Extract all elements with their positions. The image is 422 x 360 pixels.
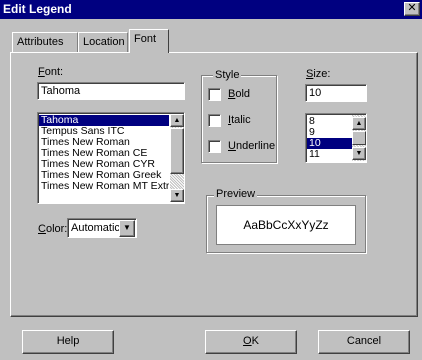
color-label: Color:: [38, 223, 67, 235]
preview-sample-text: AaBbCcXxYyZz: [243, 218, 329, 232]
color-dropdown-button[interactable]: ▼: [119, 220, 135, 237]
size-list-items: 8 9 10 11: [307, 116, 352, 160]
color-label-accel: C: [38, 223, 46, 235]
scroll-thumb[interactable]: [170, 128, 184, 174]
window-title: Edit Legend: [3, 2, 72, 16]
bold-label: Bold: [228, 88, 250, 100]
size-label: Size:: [306, 68, 330, 80]
scroll-up-button[interactable]: ▲: [170, 114, 184, 127]
font-field[interactable]: Tahoma: [37, 82, 185, 100]
size-field-value: 10: [309, 87, 322, 99]
italic-label-rest: talic: [231, 114, 251, 126]
tab-attributes[interactable]: Attributes: [12, 32, 78, 53]
font-label-accel: F: [38, 66, 45, 78]
size-label-rest: ize:: [313, 68, 331, 80]
preview-box: AaBbCcXxYyZz: [216, 205, 356, 245]
font-list[interactable]: Tahoma Tempus Sans ITC Times New Roman T…: [37, 112, 185, 204]
underline-label-accel: U: [228, 140, 236, 152]
font-list-item[interactable]: Times New Roman: [39, 137, 169, 148]
tab-location-label: Location: [83, 36, 125, 48]
font-list-item[interactable]: Tahoma: [39, 115, 169, 126]
close-icon: ✕: [407, 2, 417, 14]
font-list-item[interactable]: Times New Roman MT Extr: [39, 181, 169, 192]
chevron-down-icon: ▼: [123, 223, 131, 232]
scroll-down-button[interactable]: ▼: [170, 189, 184, 202]
cancel-button[interactable]: Cancel: [318, 330, 410, 354]
arrow-up-icon: ▲: [355, 120, 363, 127]
size-list-item[interactable]: 8: [307, 116, 352, 127]
ok-button-rest: K: [251, 335, 259, 347]
italic-checkbox[interactable]: [208, 114, 221, 127]
scroll-down-button[interactable]: ▼: [352, 147, 366, 160]
italic-label: Italic: [228, 114, 251, 126]
preview-group-title: Preview: [214, 188, 258, 200]
ok-button[interactable]: OK: [205, 330, 297, 354]
size-list-item[interactable]: 10: [307, 138, 352, 149]
ok-button-accel: O: [243, 335, 252, 347]
cancel-button-label: Cancel: [346, 335, 382, 347]
tab-font-label: Font: [134, 33, 157, 45]
size-list-item[interactable]: 11: [307, 149, 352, 160]
underline-label-rest: nderline: [235, 140, 276, 152]
font-list-item[interactable]: Times New Roman Greek: [39, 170, 169, 181]
font-list-items: Tahoma Tempus Sans ITC Times New Roman T…: [39, 115, 169, 192]
size-list-scrollbar[interactable]: ▲ ▼: [352, 115, 366, 161]
size-list-item[interactable]: 9: [307, 127, 352, 138]
underline-checkbox[interactable]: [208, 140, 221, 153]
tab-attributes-label: Attributes: [17, 36, 64, 48]
tab-font[interactable]: Font: [129, 29, 169, 53]
bold-label-rest: old: [235, 88, 251, 100]
arrow-up-icon: ▲: [173, 117, 181, 124]
font-label: Font:: [38, 66, 63, 78]
title-bar: Edit Legend: [0, 0, 422, 19]
scroll-up-button[interactable]: ▲: [352, 117, 366, 130]
color-dropdown-value: Automatic: [71, 222, 120, 234]
font-field-value: Tahoma: [41, 85, 81, 97]
help-button-label: Help: [56, 335, 80, 347]
arrow-down-icon: ▼: [173, 192, 181, 199]
size-list[interactable]: 8 9 10 11 ▲ ▼: [305, 113, 367, 163]
scroll-thumb[interactable]: [352, 131, 366, 145]
font-list-item[interactable]: Tempus Sans ITC: [39, 126, 169, 137]
color-dropdown[interactable]: Automatic ▼: [67, 218, 137, 238]
bold-checkbox[interactable]: [208, 88, 221, 101]
underline-label: Underline: [228, 140, 275, 152]
help-button[interactable]: Help: [22, 330, 114, 354]
tab-location[interactable]: Location: [78, 32, 128, 53]
color-label-rest: olor:: [45, 223, 68, 235]
font-list-item[interactable]: Times New Roman CYR: [39, 159, 169, 170]
size-field[interactable]: 10: [305, 84, 367, 102]
arrow-down-icon: ▼: [355, 150, 363, 157]
style-group-title: Style: [213, 69, 242, 81]
close-button[interactable]: ✕: [404, 2, 420, 16]
font-list-item[interactable]: Times New Roman CE: [39, 148, 169, 159]
font-label-rest: ont:: [44, 66, 64, 78]
font-list-scrollbar[interactable]: ▲ ▼: [170, 114, 184, 202]
